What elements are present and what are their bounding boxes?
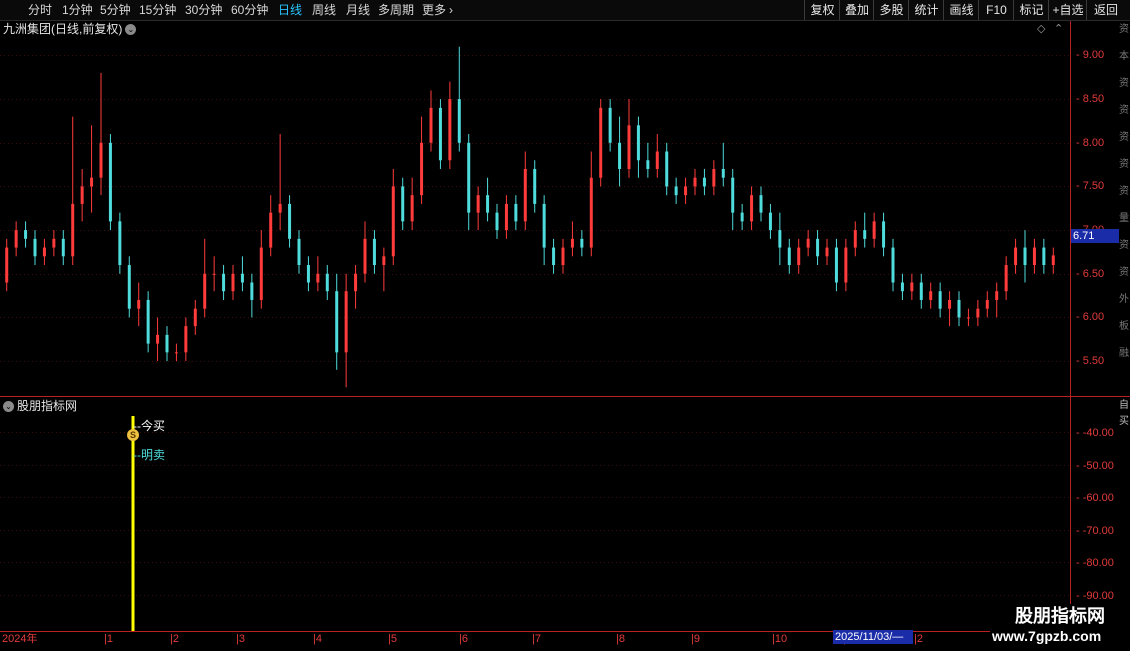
date-tick-label: |8 [616, 633, 625, 645]
strip-char: 资 [1119, 159, 1129, 170]
toolbar-button-7[interactable]: +自选 [1048, 0, 1087, 20]
price-tick-label: - 8.50 [1076, 93, 1105, 106]
indicator-tick-label: - -50.00 [1076, 459, 1114, 472]
toolbar-button-5[interactable]: F10 [978, 0, 1014, 20]
indicator-strip-char: 自 [1119, 400, 1129, 411]
toolbar-button-1[interactable]: 叠加 [839, 0, 874, 20]
date-tick-label: |9 [691, 633, 700, 645]
indicator-tick-label: - -40.00 [1076, 426, 1114, 439]
toolbar-button-6[interactable]: 标记 [1013, 0, 1049, 20]
period-tab-0[interactable]: 分时 [28, 2, 52, 18]
price-tick-label: - 6.50 [1076, 267, 1105, 280]
indicator-tick-label: - -60.00 [1076, 491, 1114, 504]
date-tick-label: |1 [104, 633, 113, 645]
date-tick-label: |2 [914, 633, 923, 645]
period-tab-4[interactable]: 30分钟 [185, 2, 222, 18]
period-tab-7[interactable]: 周线 [312, 2, 336, 18]
sell-signal-label: --明卖 [133, 448, 165, 462]
strip-char: 资 [1119, 240, 1129, 251]
strip-char: 板 [1119, 321, 1129, 332]
price-tick-label: - 9.00 [1076, 49, 1105, 62]
more-chevron-right-icon[interactable]: › [449, 2, 453, 18]
strip-char: 资 [1119, 186, 1129, 197]
price-tick-label: - 5.50 [1076, 355, 1105, 368]
indicator-svg [0, 396, 1071, 631]
period-tab-10[interactable]: 更多 [422, 2, 446, 18]
date-tick-label: |3 [236, 633, 245, 645]
period-tab-3[interactable]: 15分钟 [139, 2, 176, 18]
strip-char: 资 [1119, 132, 1129, 143]
toolbar-button-2[interactable]: 多股 [873, 0, 909, 20]
date-tick-label: |6 [459, 633, 468, 645]
period-tab-1[interactable]: 1分钟 [62, 2, 93, 18]
cursor-date-box: 2025/11/03/— [833, 630, 913, 644]
strip-char: 量 [1119, 213, 1129, 224]
watermark-url: www.7gpzb.com [992, 628, 1102, 644]
current-price-tag: 6.71 [1071, 229, 1119, 243]
period-tab-2[interactable]: 5分钟 [100, 2, 131, 18]
price-tick-label: - 7.50 [1076, 180, 1105, 193]
strip-char: 融 [1119, 348, 1129, 359]
period-tab-9[interactable]: 多周期 [378, 2, 414, 18]
toolbar: 分时 1分钟 5分钟 15分钟 30分钟 60分钟 日线 周线 月线 多周期 更多 › 复权 叠加 多股统… [0, 0, 1130, 21]
indicator-strip-char: 买 [1119, 416, 1129, 427]
date-tick-label: 2024年 [2, 633, 38, 645]
toolbar-button-8[interactable]: 返回 [1086, 0, 1125, 20]
strip-char: 资 [1119, 267, 1129, 278]
strip-char: 资 [1119, 78, 1129, 89]
watermark-name: 股朋指标网 [1015, 606, 1105, 626]
strip-char: 资 [1119, 105, 1129, 116]
strip-char: 本 [1119, 51, 1129, 62]
buy-signal-marker-icon[interactable]: S [127, 429, 139, 441]
date-tick-label: |7 [532, 633, 541, 645]
date-tick-label: |4 [313, 633, 322, 645]
indicator-tick-label: - -90.00 [1076, 589, 1114, 602]
strip-char: 资 [1119, 24, 1129, 35]
toolbar-button-3[interactable]: 统计 [908, 0, 944, 20]
date-tick-label: |2 [170, 633, 179, 645]
indicator-tick-label: - -70.00 [1076, 524, 1114, 537]
period-tab-8[interactable]: 月线 [346, 2, 370, 18]
price-tick-label: - 8.00 [1076, 136, 1105, 149]
toolbar-button-4[interactable]: 画线 [943, 0, 979, 20]
price-tick-label: - 6.00 [1076, 311, 1105, 324]
toolbar-button-0[interactable]: 复权 [804, 0, 840, 20]
period-tab-5[interactable]: 60分钟 [231, 2, 268, 18]
strip-char: 外 [1119, 294, 1129, 305]
period-tab-6[interactable]: 日线 [278, 2, 302, 18]
main-frame [0, 21, 1130, 397]
indicator-tick-label: - -80.00 [1076, 556, 1114, 569]
date-tick-label: |5 [388, 633, 397, 645]
date-tick-label: |10 [772, 633, 788, 645]
